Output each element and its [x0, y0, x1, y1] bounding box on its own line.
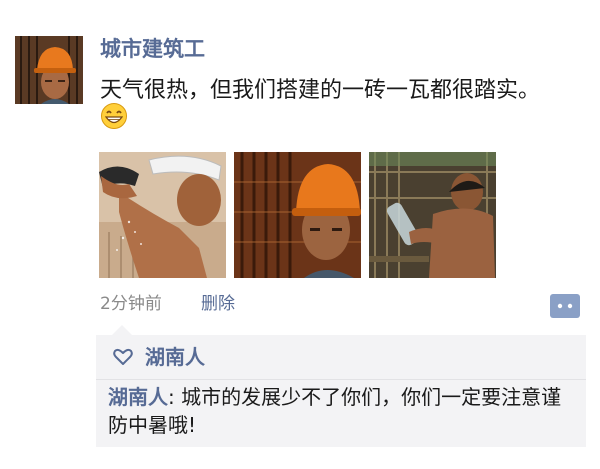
liker-name[interactable]: 湖南人: [145, 343, 205, 371]
comment-box-caret: [112, 325, 132, 335]
worker-orange-helmet-photo[interactable]: [234, 152, 361, 278]
commenter-name[interactable]: 湖南人: [108, 385, 168, 409]
worker-wiping-sweat-photo[interactable]: [99, 152, 226, 278]
post-timestamp: 2分钟前: [100, 294, 162, 314]
grinning-face-icon: [100, 102, 128, 130]
interaction-panel: 湖南人 湖南人: 城市的发展少不了你们，你们一定要注意谨防中暑哦!: [96, 335, 586, 447]
moments-post: 城市建筑工 天气很热，但我们搭建的一砖一瓦都很踏实。 2分钟前 删除 湖南人 湖…: [0, 0, 600, 469]
comment-separator: :: [168, 385, 182, 409]
author-name[interactable]: 城市建筑工: [100, 34, 205, 64]
likes-row: 湖南人: [96, 335, 586, 380]
comment-item[interactable]: 湖南人: 城市的发展少不了你们，你们一定要注意谨防中暑哦!: [108, 383, 578, 439]
worker-drinking-water-photo[interactable]: [369, 152, 496, 278]
avatar[interactable]: [15, 36, 83, 104]
post-text: 天气很热，但我们搭建的一砖一瓦都很踏实。: [100, 78, 541, 103]
comment-menu-icon[interactable]: [550, 294, 580, 318]
heart-icon: [113, 348, 133, 366]
delete-button[interactable]: 删除: [201, 292, 235, 316]
